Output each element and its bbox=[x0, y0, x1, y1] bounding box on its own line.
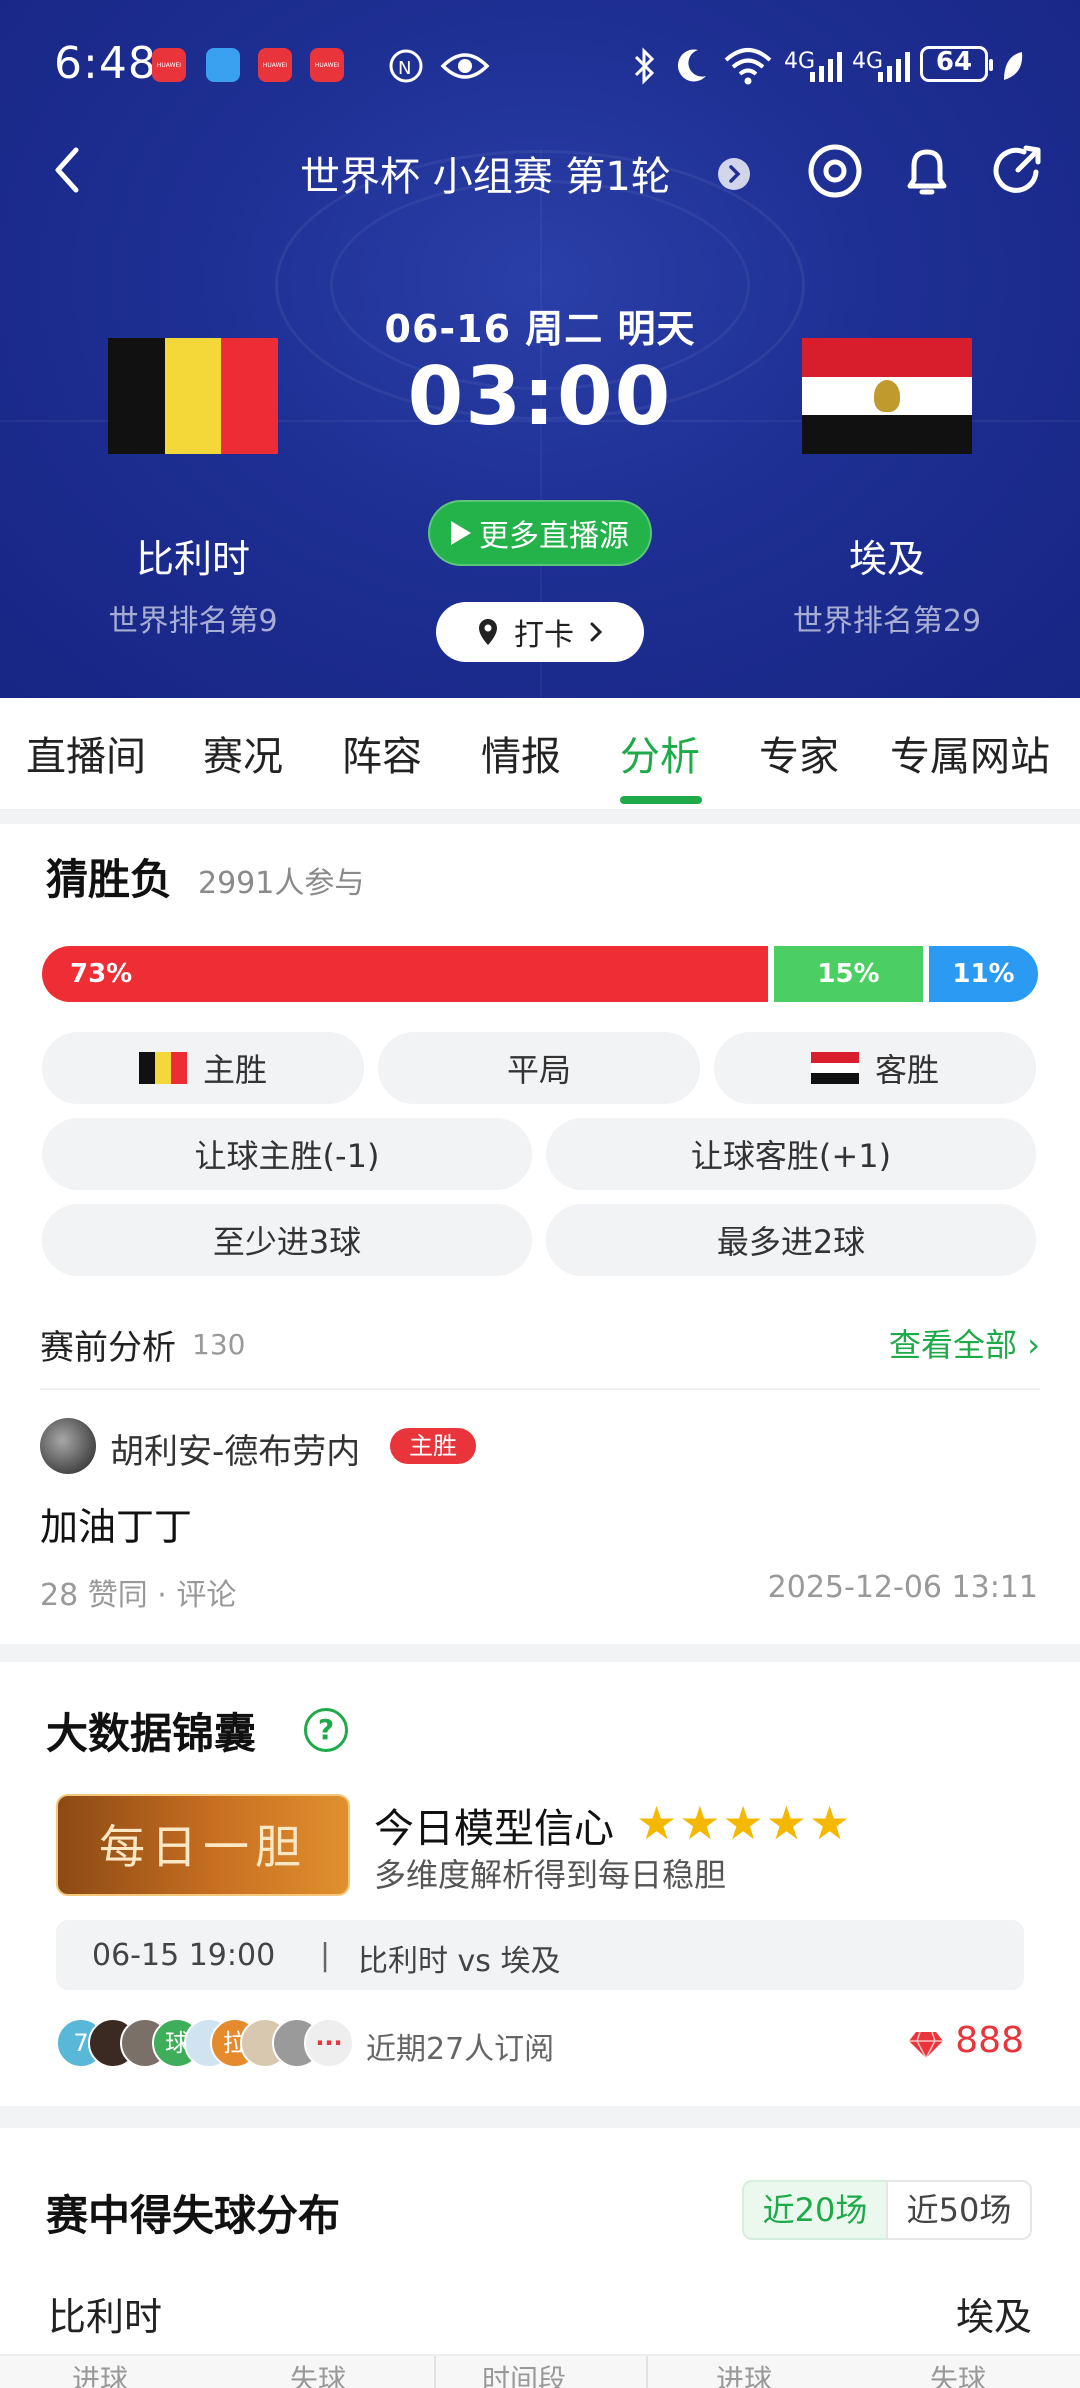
pre-analysis-label: 赛前分析 bbox=[40, 1328, 176, 1368]
recent-20-toggle[interactable]: 近20场 bbox=[742, 2180, 888, 2240]
eye-comfort-icon: N bbox=[389, 49, 423, 83]
kickoff-time: 03:00 bbox=[407, 350, 673, 443]
separator: | bbox=[320, 1938, 331, 1973]
signal-icon bbox=[878, 52, 910, 82]
chevron-right-icon bbox=[590, 622, 603, 642]
leaf-icon bbox=[1004, 52, 1023, 80]
column-header: 时间段 bbox=[482, 2363, 567, 2388]
prediction-segment: 11% bbox=[929, 946, 1038, 1002]
tab-exclusive-site[interactable]: 专属网站 bbox=[890, 724, 1050, 782]
huawei-app-icon: HUAWEI bbox=[258, 48, 292, 82]
away-win-option[interactable]: 客胜 bbox=[714, 1032, 1036, 1104]
price[interactable]: 888 bbox=[955, 2020, 1024, 2061]
predict-participants: 2991人参与 bbox=[198, 866, 365, 901]
eye-icon bbox=[440, 53, 490, 79]
signal-icon bbox=[810, 52, 842, 82]
checkin-button[interactable]: 打卡 bbox=[436, 602, 644, 662]
model-confidence-sub: 多维度解析得到每日稳胆 bbox=[374, 1856, 727, 1894]
pre-analysis-header: 赛前分析 130 查看全部 › bbox=[40, 1312, 1040, 1368]
tab-lineup[interactable]: 阵容 bbox=[342, 724, 422, 782]
help-icon[interactable]: ? bbox=[304, 1708, 348, 1752]
post-meta[interactable]: 28 赞同 · 评论 bbox=[40, 1570, 236, 1614]
egypt-flag-icon bbox=[810, 1052, 859, 1085]
eagle-emblem-icon bbox=[874, 380, 900, 412]
home-team-flag[interactable] bbox=[108, 338, 279, 454]
pick-match-time: 06-15 19:00 bbox=[92, 1938, 276, 1973]
match-date: 06-16 周二 明天 bbox=[384, 307, 696, 351]
competition-title[interactable]: 世界杯 小组赛 第1轮 bbox=[300, 144, 740, 202]
moon-icon bbox=[677, 49, 706, 82]
pick-match-box[interactable]: 06-15 19:00 | 比利时 vs 埃及 bbox=[56, 1920, 1024, 1990]
bell-icon[interactable] bbox=[898, 142, 956, 200]
over-goals-option[interactable]: 至少进3球 bbox=[42, 1204, 532, 1276]
active-tab-indicator bbox=[620, 796, 702, 804]
subscriber-count: 近期27人订阅 bbox=[366, 2032, 555, 2067]
home-team-rank: 世界排名第9 bbox=[108, 604, 278, 639]
wifi-icon bbox=[724, 48, 772, 85]
status-bar: 6:48 HUAWEI HUAWEI HUAWEI N 4G 4G 64 bbox=[0, 0, 1080, 130]
draw-option[interactable]: 平局 bbox=[378, 1032, 700, 1104]
huawei-app-icon: HUAWEI bbox=[310, 48, 344, 82]
view-all-link[interactable]: 查看全部 › bbox=[889, 1320, 1040, 1366]
tab-intel[interactable]: 情报 bbox=[481, 724, 561, 782]
goals-home-team: 比利时 bbox=[48, 2295, 163, 2339]
diamond-icon bbox=[909, 2031, 943, 2059]
home-win-option[interactable]: 主胜 bbox=[42, 1032, 364, 1104]
post-content[interactable]: 加油丁丁 bbox=[40, 1496, 192, 1551]
post-author[interactable]: 胡利安-德布劳内 bbox=[110, 1424, 360, 1473]
tab-analysis[interactable]: 分析 bbox=[620, 724, 700, 782]
bigdata-title: 大数据锦囊 bbox=[46, 1709, 257, 1758]
column-header: 进球 bbox=[716, 2363, 773, 2388]
column-header: 失球 bbox=[290, 2363, 347, 2388]
pre-analysis-count: 130 bbox=[192, 1328, 246, 1361]
tab-bar: 直播间 赛况 阵容 情报 分析 专家 专属网站 bbox=[0, 698, 1080, 810]
handicap-away-option[interactable]: 让球客胜(+1) bbox=[546, 1118, 1036, 1190]
svg-text:N: N bbox=[398, 58, 411, 79]
away-team-flag[interactable] bbox=[802, 338, 972, 454]
target-icon[interactable] bbox=[806, 142, 864, 200]
status-time: 6:48 bbox=[54, 38, 157, 89]
handicap-home-option[interactable]: 让球主胜(-1) bbox=[42, 1118, 532, 1190]
pick-badge: 主胜 bbox=[390, 1428, 476, 1464]
avatar[interactable] bbox=[40, 1418, 96, 1474]
prediction-segment: 15% bbox=[774, 946, 923, 1002]
daily-pick-banner[interactable]: 每日一胆 bbox=[56, 1794, 350, 1896]
location-pin-icon bbox=[479, 619, 497, 645]
chevron-right-icon: › bbox=[1027, 1326, 1040, 1364]
tab-match-status[interactable]: 赛况 bbox=[203, 724, 283, 782]
huawei-app-icon: HUAWEI bbox=[152, 48, 186, 82]
tab-live-room[interactable]: 直播间 bbox=[26, 724, 146, 782]
post-date: 2025-12-06 13:11 bbox=[767, 1570, 1038, 1605]
column-header: 进球 bbox=[72, 2363, 129, 2388]
confidence-stars: ★★★★★ bbox=[636, 1796, 853, 1850]
share-icon[interactable] bbox=[988, 142, 1046, 200]
goals-table-header: 进球 失球 时间段 进球 失球 bbox=[0, 2354, 1080, 2388]
recent-50-toggle[interactable]: 近50场 bbox=[886, 2180, 1032, 2240]
predict-title: 猜胜负 bbox=[46, 855, 173, 904]
under-goals-option[interactable]: 最多进2球 bbox=[546, 1204, 1036, 1276]
home-team-name[interactable]: 比利时 bbox=[43, 528, 343, 583]
play-icon bbox=[451, 521, 471, 545]
away-team-rank: 世界排名第29 bbox=[792, 604, 982, 639]
goals-away-team: 埃及 bbox=[955, 2295, 1032, 2339]
tab-experts[interactable]: 专家 bbox=[759, 724, 839, 782]
model-confidence-title: 今日模型信心 bbox=[374, 1806, 614, 1852]
belgium-flag-icon bbox=[138, 1052, 187, 1084]
more-subscribers-icon: ··· bbox=[304, 2018, 354, 2068]
column-header: 失球 bbox=[930, 2363, 987, 2388]
bluetooth-icon bbox=[634, 47, 655, 85]
prediction-segment: 73% bbox=[42, 946, 768, 1002]
top-nav: 世界杯 小组赛 第1轮 bbox=[0, 130, 1080, 210]
more-live-sources-button[interactable]: 更多直播源 bbox=[428, 500, 652, 566]
divider bbox=[40, 1388, 1040, 1390]
goal-distribution-card bbox=[0, 2128, 1080, 2388]
away-team-name[interactable]: 埃及 bbox=[737, 528, 1037, 583]
chevron-right-icon[interactable] bbox=[718, 158, 750, 190]
back-icon[interactable] bbox=[44, 140, 94, 200]
pick-match-teams: 比利时 vs 埃及 bbox=[358, 1944, 561, 1979]
battery-icon: 64 bbox=[920, 46, 993, 82]
browser-app-icon bbox=[206, 48, 240, 82]
goal-distribution-title: 赛中得失球分布 bbox=[46, 2191, 341, 2240]
